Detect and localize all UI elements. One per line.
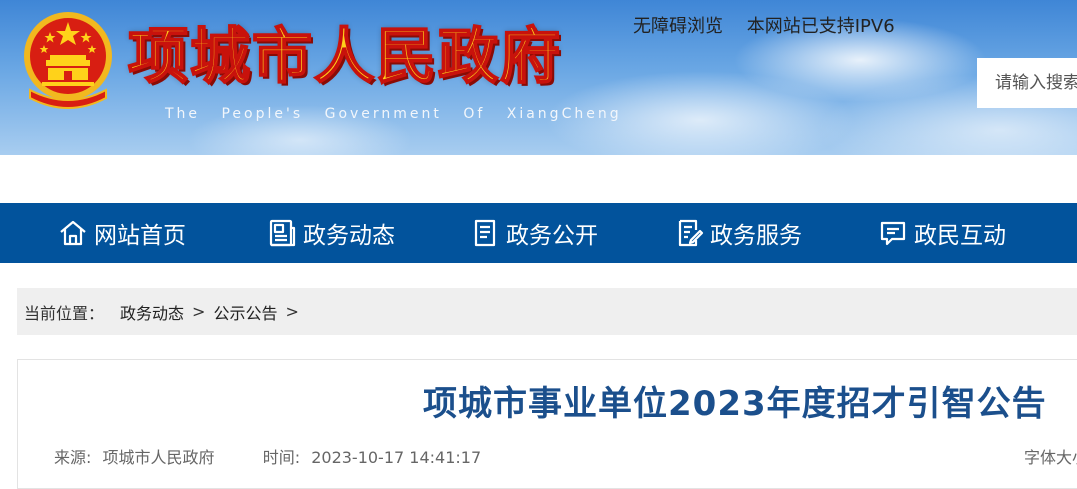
- nav-item-label: 政务服务: [710, 223, 802, 249]
- nav-item-home[interactable]: 网站首页: [58, 203, 186, 263]
- search-box[interactable]: [977, 58, 1077, 108]
- font-size-control[interactable]: 字体大小: [1024, 444, 1077, 468]
- source-value: 项城市人民政府: [102, 448, 215, 467]
- breadcrumb: 当前位置： 政务动态 > 公示公告 >: [17, 288, 1077, 335]
- site-subtitle: The People's Government Of XiangCheng: [165, 106, 622, 122]
- breadcrumb-separator: >: [285, 302, 299, 321]
- breadcrumb-link-news[interactable]: 政务动态: [120, 300, 184, 324]
- nav-item-label: 政民互动: [914, 223, 1006, 249]
- breadcrumb-label: 当前位置：: [24, 303, 105, 323]
- nav-item-label: 政务动态: [303, 223, 395, 249]
- edit-document-icon: [678, 219, 704, 247]
- main-nav: 网站首页 政务动态 政务公开 政务服务 政民互动: [0, 203, 1077, 263]
- national-emblem-icon: [24, 12, 112, 109]
- source-label: 来源:: [54, 448, 92, 467]
- nav-item-label: 政务公开: [506, 223, 598, 249]
- header-banner: 项城市人民政府 The People's Government Of Xiang…: [0, 0, 1077, 155]
- site-title: 项城市人民政府: [127, 21, 562, 93]
- ipv6-link: 本网站已支持IPV6: [746, 16, 895, 37]
- article-title: 项城市事业单位2023年度招才引智公告: [423, 384, 1047, 424]
- time-label: 时间:: [262, 448, 301, 467]
- newspaper-icon: [269, 219, 296, 247]
- article-panel: 项城市事业单位2023年度招才引智公告 来源: 项城市人民政府 时间: 2023…: [17, 359, 1077, 489]
- accessibility-link[interactable]: 无障碍浏览: [633, 16, 723, 37]
- document-icon: [474, 219, 496, 247]
- nav-item-label: 网站首页: [94, 223, 186, 249]
- nav-item-news[interactable]: 政务动态: [267, 203, 395, 263]
- nav-item-interaction[interactable]: 政民互动: [878, 203, 1006, 263]
- chat-icon: [880, 221, 906, 246]
- time-value: 2023-10-17 14:41:17: [311, 448, 482, 467]
- article-meta: 来源: 项城市人民政府 时间: 2023-10-17 14:41:17: [54, 444, 487, 468]
- nav-item-public[interactable]: 政务公开: [470, 203, 598, 263]
- top-links: 无障碍浏览 本网站已支持IPV6: [633, 12, 913, 38]
- home-icon: [60, 220, 86, 246]
- breadcrumb-separator: >: [192, 302, 206, 321]
- search-input[interactable]: [977, 58, 1077, 108]
- nav-item-service[interactable]: 政务服务: [674, 203, 802, 263]
- breadcrumb-link-announcements[interactable]: 公示公告: [213, 300, 277, 324]
